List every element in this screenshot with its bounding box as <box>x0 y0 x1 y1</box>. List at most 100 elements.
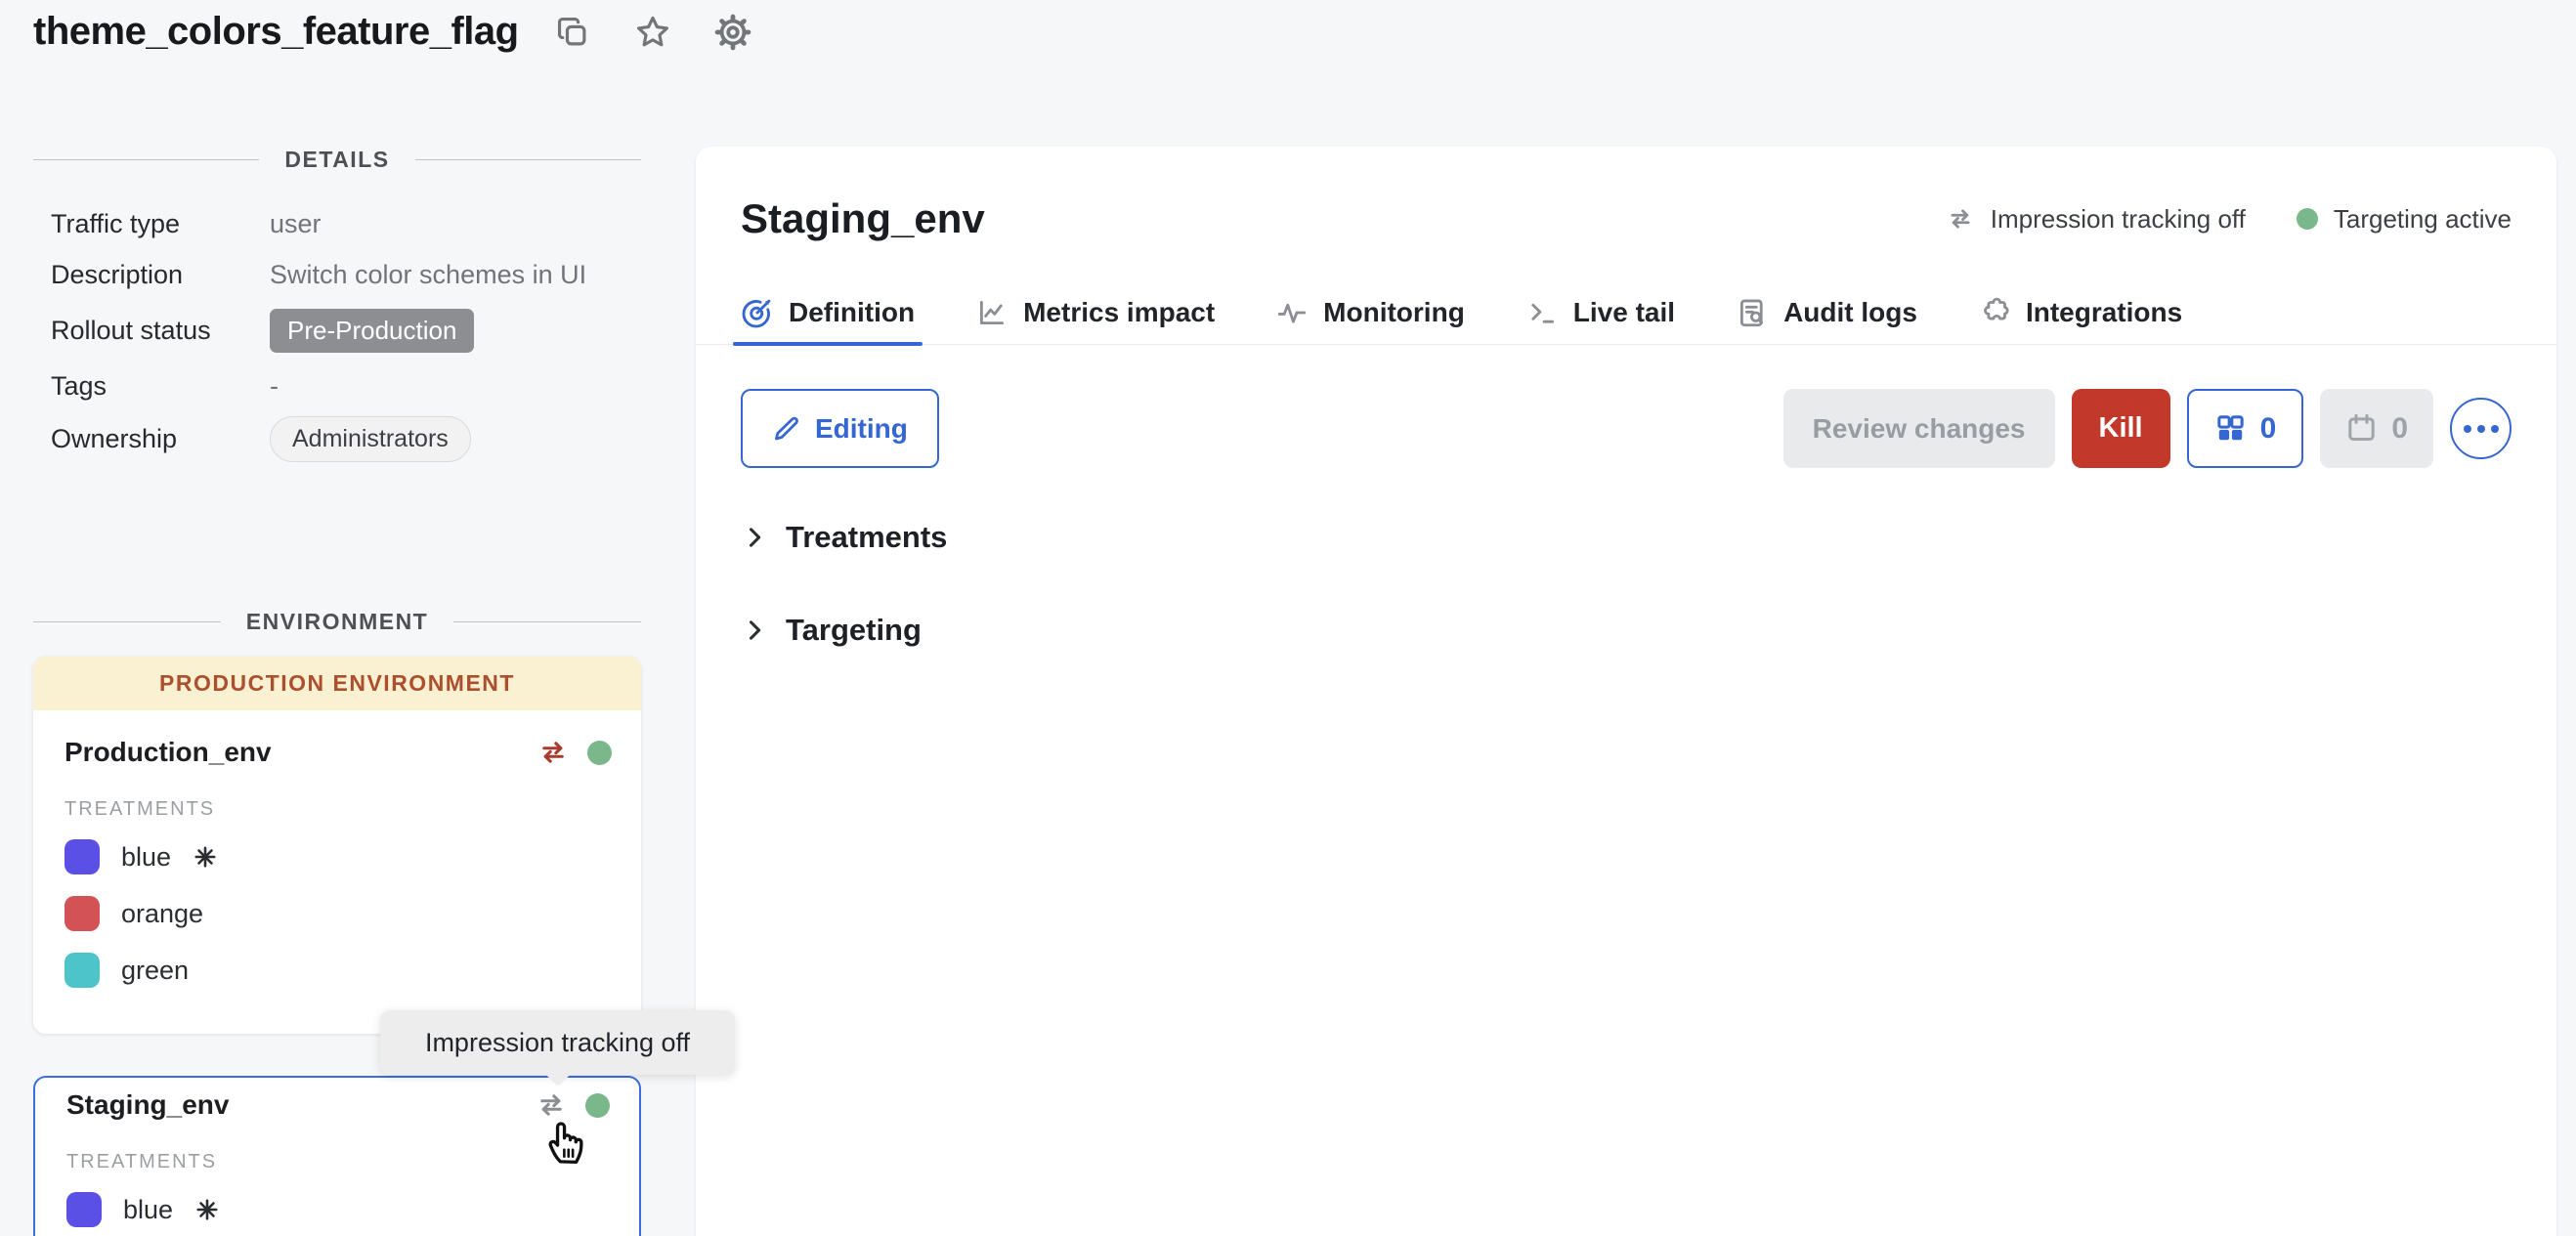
description-label: Description <box>51 249 270 300</box>
tab-label: Audit logs <box>1783 297 1917 328</box>
ownership-label: Ownership <box>51 411 270 466</box>
targeting-status: Targeting active <box>2297 204 2512 234</box>
production-env-body: Production_env TREATMENTS blue orange <box>33 710 641 1034</box>
treatment-row-blue: blue <box>66 1191 610 1228</box>
divider-line <box>33 621 221 622</box>
kill-button[interactable]: Kill <box>2072 389 2170 468</box>
tab-monitoring[interactable]: Monitoring <box>1275 281 1465 344</box>
environment-header: Staging_env Impression tracking off Targ… <box>741 147 2512 242</box>
chevron-right-icon <box>741 524 768 551</box>
impression-tracking-label: Impression tracking off <box>1991 204 2246 234</box>
tab-label: Definition <box>789 297 915 328</box>
details-grid: Traffic type user Description Switch col… <box>33 198 641 466</box>
tab-integrations[interactable]: Integrations <box>1978 281 2182 344</box>
default-treatment-icon <box>194 1197 220 1222</box>
gear-icon <box>714 14 751 51</box>
tab-label: Metrics impact <box>1023 297 1215 328</box>
environment-status-group: Impression tracking off Targeting active <box>1946 204 2512 234</box>
calendar-icon <box>2345 412 2378 445</box>
rules-count-button[interactable]: 0 <box>2187 389 2304 468</box>
terminal-icon <box>1525 296 1559 329</box>
treatment-swatch <box>64 839 100 874</box>
production-env-card[interactable]: PRODUCTION ENVIRONMENT Production_env TR… <box>33 657 641 1034</box>
targeting-section-toggle[interactable]: Targeting <box>741 606 2512 655</box>
editing-label: Editing <box>815 413 908 445</box>
tooltip-text: Impression tracking off <box>425 1028 690 1058</box>
treatment-swatch <box>64 896 100 931</box>
hand-cursor <box>539 1110 594 1171</box>
copy-name-button[interactable] <box>554 14 591 51</box>
puzzle-icon <box>1978 296 2011 329</box>
tab-definition[interactable]: Definition <box>741 281 915 344</box>
environment-detail-panel: Staging_env Impression tracking off Targ… <box>696 147 2556 1236</box>
rollout-status-label: Rollout status <box>51 300 270 361</box>
star-icon <box>634 14 671 51</box>
feature-flag-page: theme_colors_feature_flag DETAILS <box>0 0 2576 1236</box>
treatment-row-orange: orange <box>64 895 612 932</box>
divider-line <box>415 159 641 160</box>
production-env-banner: PRODUCTION ENVIRONMENT <box>33 657 641 710</box>
treatment-row-blue: blue <box>64 838 612 875</box>
tab-label: Integrations <box>2026 297 2182 328</box>
ellipsis-icon <box>2491 425 2499 433</box>
staging-env-name: Staging_env <box>66 1089 229 1121</box>
audit-log-icon <box>1736 296 1769 329</box>
definition-icon <box>741 296 774 329</box>
environment-tabs: Definition Metrics impact Monitoring Liv… <box>696 281 2556 345</box>
copy-icon <box>554 14 591 51</box>
production-env-status-icons <box>537 736 612 769</box>
production-env-name: Production_env <box>64 737 272 768</box>
grid-icon <box>2214 412 2247 445</box>
review-changes-button[interactable]: Review changes <box>1783 389 2055 468</box>
schedule-count-button[interactable]: 0 <box>2320 389 2433 468</box>
rollout-status-cell: Pre-Production <box>270 300 641 361</box>
tab-metrics-impact[interactable]: Metrics impact <box>975 281 1215 344</box>
treatment-name: orange <box>121 899 203 929</box>
traffic-type-value: user <box>270 198 641 249</box>
environment-heading: ENVIRONMENT <box>221 609 453 635</box>
tab-label: Monitoring <box>1323 297 1465 328</box>
pulse-icon <box>1275 296 1309 329</box>
impression-tracking-icon[interactable] <box>537 736 570 769</box>
treatment-swatch <box>64 953 100 988</box>
definition-toolbar: Editing Review changes Kill 0 <box>741 389 2512 468</box>
tab-live-tail[interactable]: Live tail <box>1525 281 1675 344</box>
title-actions <box>554 14 751 51</box>
metrics-chart-icon <box>975 296 1009 329</box>
tags-label: Tags <box>51 361 270 411</box>
traffic-type-label: Traffic type <box>51 198 270 249</box>
impression-tracking-icon <box>1946 204 1975 234</box>
pencil-icon <box>772 414 801 444</box>
impression-tracking-status: Impression tracking off <box>1946 204 2246 234</box>
treatments-section-toggle[interactable]: Treatments <box>741 513 2512 562</box>
rules-count: 0 <box>2260 412 2277 446</box>
more-actions-button[interactable] <box>2450 398 2512 459</box>
environment-title: Staging_env <box>741 195 985 242</box>
targeting-section-label: Targeting <box>786 613 922 648</box>
divider-line <box>33 159 259 160</box>
default-treatment-icon <box>193 844 218 870</box>
tab-label: Live tail <box>1573 297 1675 328</box>
details-heading: DETAILS <box>259 147 414 173</box>
settings-button[interactable] <box>714 14 751 51</box>
treatments-section-label: Treatments <box>786 520 947 555</box>
ellipsis-icon <box>2464 425 2471 433</box>
description-value: Switch color schemes in UI <box>270 249 641 300</box>
treatment-name: blue <box>123 1195 173 1225</box>
editing-button[interactable]: Editing <box>741 389 939 468</box>
treatment-name: green <box>121 956 189 986</box>
kill-label: Kill <box>2099 412 2143 445</box>
treatment-name: blue <box>121 842 171 873</box>
ownership-pill[interactable]: Administrators <box>270 416 471 462</box>
ownership-cell: Administrators <box>270 411 641 466</box>
rollout-status-badge: Pre-Production <box>270 309 474 353</box>
details-section-divider: DETAILS <box>33 147 641 173</box>
tab-audit-logs[interactable]: Audit logs <box>1736 281 1917 344</box>
toolbar-actions: Review changes Kill 0 0 <box>1783 389 2512 468</box>
ellipsis-icon <box>2477 425 2485 433</box>
favorite-button[interactable] <box>634 14 671 51</box>
schedule-count: 0 <box>2391 412 2408 446</box>
chevron-right-icon <box>741 617 768 644</box>
tags-value: - <box>270 361 641 411</box>
page-title: theme_colors_feature_flag <box>33 10 519 54</box>
